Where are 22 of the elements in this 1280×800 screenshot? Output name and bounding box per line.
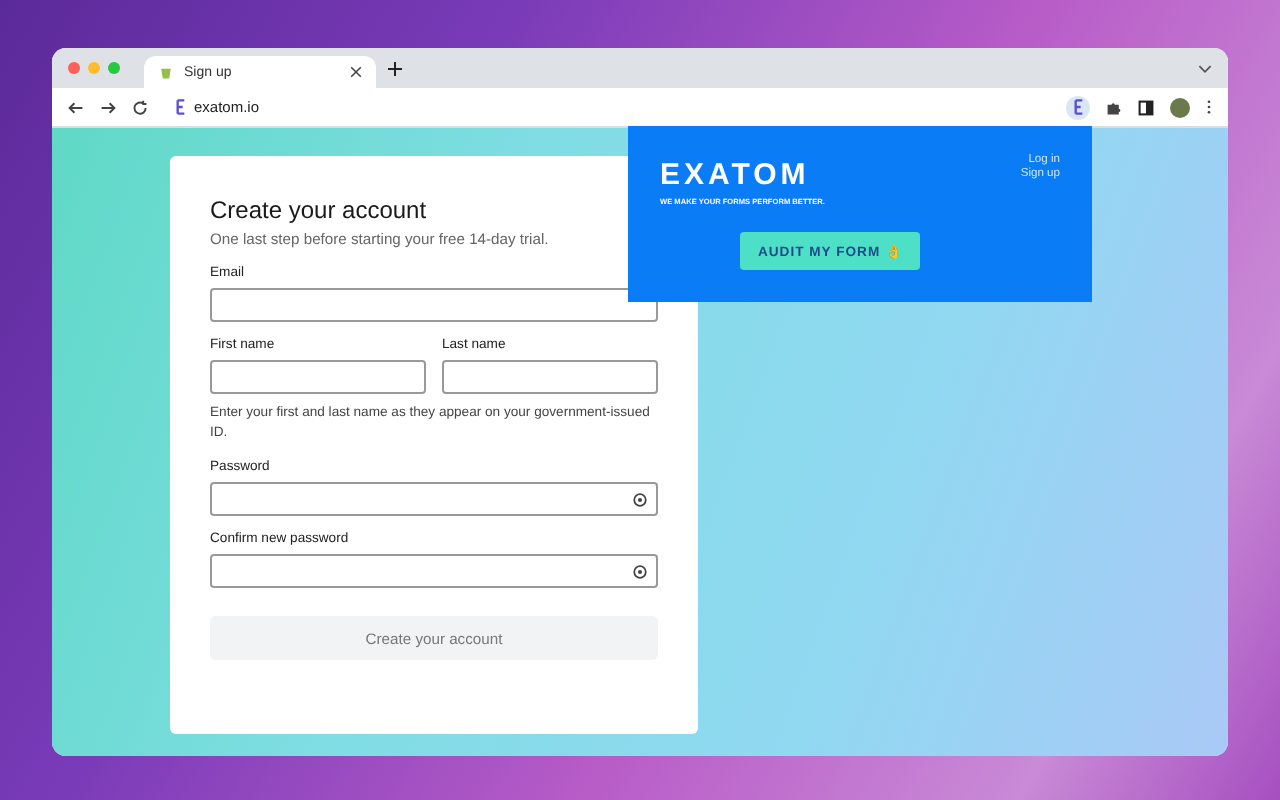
extension-icon[interactable] [1066, 95, 1090, 119]
input-field[interactable] [210, 482, 658, 517]
form-title: Create your account [210, 196, 429, 224]
back-icon[interactable] [68, 99, 84, 115]
site-logo-icon [176, 98, 186, 116]
close-tab-icon[interactable] [350, 66, 362, 78]
forward-icon[interactable] [100, 99, 116, 115]
logo-text: EXATOM [660, 158, 812, 192]
more-icon[interactable] [1206, 98, 1212, 116]
puzzle-icon[interactable] [1106, 99, 1122, 115]
sidebar-icon[interactable] [1138, 99, 1154, 115]
bag-icon [158, 64, 174, 80]
input-field[interactable] [442, 360, 658, 394]
input-field[interactable] [210, 360, 426, 394]
avatar-icon[interactable] [1170, 97, 1190, 117]
eye-icon[interactable] [632, 491, 648, 508]
chevron-down-icon[interactable] [1198, 63, 1212, 73]
input-field[interactable] [210, 554, 658, 589]
reload-icon[interactable] [132, 99, 148, 115]
input-field[interactable] [210, 288, 658, 322]
new-tab-icon[interactable] [388, 61, 402, 75]
eye-icon[interactable] [632, 563, 648, 580]
